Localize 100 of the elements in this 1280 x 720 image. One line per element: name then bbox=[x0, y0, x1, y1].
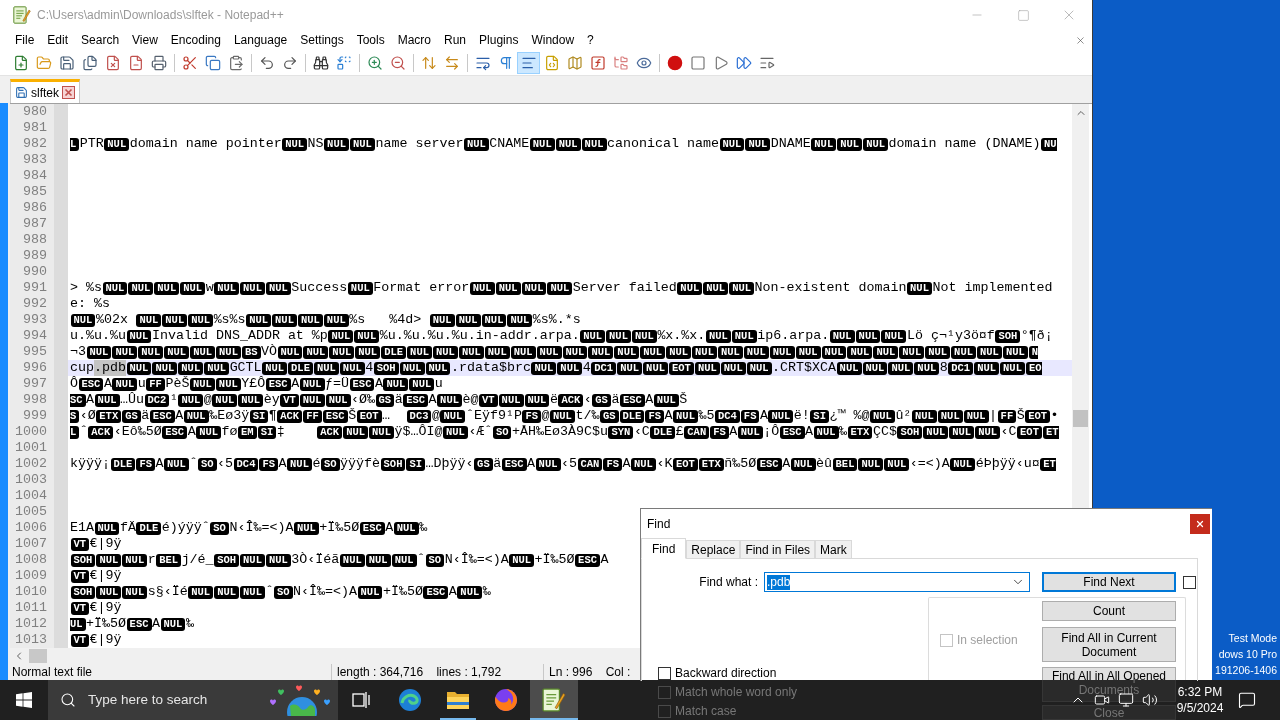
menu-item[interactable]: Settings bbox=[294, 30, 350, 50]
control-char-badge: NUL bbox=[653, 393, 679, 407]
code-text: ‰ bbox=[419, 520, 428, 536]
control-char-badge: NUL bbox=[813, 425, 839, 439]
code-text: Success bbox=[291, 280, 348, 296]
menu-item[interactable]: Search bbox=[75, 30, 126, 50]
code-text: A bbox=[103, 376, 112, 392]
code-text: A bbox=[278, 456, 287, 472]
find-next-button[interactable]: Find Next bbox=[1042, 572, 1176, 592]
search-field[interactable]: Type here to search bbox=[88, 689, 253, 711]
search-icon[interactable] bbox=[60, 692, 76, 708]
checkbox[interactable] bbox=[1183, 575, 1196, 589]
count-button[interactable]: Count bbox=[1042, 601, 1176, 621]
control-char-badge: NUL bbox=[950, 457, 976, 471]
menu-item[interactable]: Macro bbox=[391, 30, 437, 50]
code-text: +Ï‰5Ø bbox=[319, 520, 360, 536]
code-text: cup bbox=[70, 360, 94, 376]
search-bar[interactable]: Type here to search bbox=[48, 680, 338, 720]
code-text: | bbox=[989, 408, 998, 424]
task-view-icon[interactable] bbox=[352, 691, 372, 709]
taskbar-app-button[interactable] bbox=[530, 680, 578, 720]
notepad-icon[interactable] bbox=[542, 688, 566, 712]
find-what-field[interactable]: .pdb bbox=[764, 572, 1030, 592]
dialog-tab[interactable]: Mark bbox=[815, 540, 852, 558]
code-text: ip6.arpa. bbox=[757, 328, 830, 344]
control-char-badge: FF bbox=[997, 409, 1017, 423]
menu-item[interactable]: Edit bbox=[41, 30, 75, 50]
menu-item[interactable]: View bbox=[126, 30, 164, 50]
find-all-opened-button[interactable]: Find All in All Opened Documents bbox=[1042, 667, 1176, 702]
control-char-badge: NUL bbox=[365, 553, 391, 567]
close-button[interactable] bbox=[1190, 513, 1210, 534]
speech-bubble-icon[interactable] bbox=[1238, 691, 1256, 709]
code-text: ˆEÿf9¹P bbox=[465, 408, 522, 424]
code-text: domain name (DNAME) bbox=[888, 136, 1041, 152]
menu-item[interactable]: File bbox=[9, 30, 41, 50]
clock-time[interactable]: 6:32 PM bbox=[1177, 684, 1223, 700]
field-label: Find what : bbox=[699, 574, 758, 591]
code-text: °¶ð¡ bbox=[1020, 328, 1053, 344]
close-icon[interactable] bbox=[62, 86, 75, 99]
control-char-badge: GS bbox=[122, 409, 141, 423]
control-char-badge: NUL bbox=[790, 457, 816, 471]
control-char-badge: NUL bbox=[324, 137, 349, 151]
dialog-tab[interactable]: Find bbox=[641, 538, 687, 559]
line-number: 991 bbox=[23, 280, 47, 296]
windows-logo-icon[interactable] bbox=[16, 692, 32, 708]
checkbox-label[interactable]: Match case bbox=[675, 702, 737, 720]
dialog-tab[interactable]: Find in Files bbox=[740, 540, 816, 558]
menu-item[interactable]: Tools bbox=[350, 30, 391, 50]
control-char-badge: NUL bbox=[469, 281, 495, 295]
code-text: ä bbox=[141, 408, 150, 424]
menu-item[interactable]: Window bbox=[525, 30, 581, 50]
find-all-current-button[interactable]: Find All in Current Document bbox=[1042, 627, 1176, 662]
folder-icon[interactable] bbox=[446, 690, 470, 710]
code-text: ¿™ %@ bbox=[829, 408, 870, 424]
clock-date[interactable]: 9/5/2024 bbox=[1176, 700, 1224, 716]
scrollbar-thumb[interactable] bbox=[29, 649, 47, 663]
control-char-badge: BS bbox=[241, 345, 261, 359]
menu-item[interactable]: Encoding bbox=[164, 30, 227, 50]
scrollbar-thumb[interactable] bbox=[1073, 410, 1088, 427]
code-text: Y£Ô bbox=[241, 376, 266, 392]
control-char-badge: FS bbox=[740, 409, 760, 423]
swirl-icon[interactable] bbox=[398, 688, 422, 712]
menu-item[interactable]: Language bbox=[227, 30, 294, 50]
control-char-badge: VT bbox=[70, 601, 90, 615]
control-char-badge: ESC bbox=[501, 457, 527, 471]
line-number: 1013 bbox=[15, 632, 47, 648]
control-char-badge: NUL bbox=[282, 137, 308, 151]
checkbox[interactable] bbox=[658, 704, 671, 718]
control-char-badge: NUL bbox=[297, 313, 323, 327]
menu-item[interactable]: Run bbox=[438, 30, 473, 50]
close-icon[interactable] bbox=[1195, 518, 1205, 529]
code-text: é bbox=[312, 456, 321, 472]
menu-item[interactable]: ? bbox=[581, 30, 600, 50]
code-text: N‹Î‰=<)A bbox=[229, 520, 294, 536]
control-char-badge: NUL bbox=[547, 281, 573, 295]
code-text: ˆ bbox=[79, 424, 88, 440]
control-char-badge: DC3 bbox=[406, 409, 432, 423]
status-text: length : 364,716 lines : 1,792 bbox=[337, 664, 502, 680]
document-tab[interactable]: slftek bbox=[10, 79, 80, 103]
menu-item[interactable]: Plugins bbox=[473, 30, 525, 50]
line-number: 980 bbox=[23, 104, 47, 120]
line-number: 1007 bbox=[15, 536, 47, 552]
checkbox-label[interactable]: Match whole word only bbox=[675, 683, 798, 701]
control-char-badge: SOH bbox=[373, 361, 399, 375]
checkbox[interactable] bbox=[658, 685, 671, 699]
close-icon[interactable] bbox=[1075, 34, 1086, 46]
control-char-badge: SO bbox=[425, 553, 445, 567]
checkbox-label[interactable]: Backward direction bbox=[675, 664, 777, 682]
flame-globe-icon[interactable] bbox=[494, 688, 518, 712]
code-text: +Ï‰5Ø bbox=[534, 552, 575, 568]
code-text: @ bbox=[203, 392, 212, 408]
control-char-badge: NUL bbox=[383, 377, 409, 391]
dialog-tab[interactable]: Replace bbox=[686, 540, 741, 558]
control-char-badge: UL bbox=[70, 617, 86, 631]
control-char-badge: EOT bbox=[669, 361, 694, 375]
control-char-badge: VT bbox=[280, 393, 299, 407]
control-char-badge: NUL bbox=[606, 329, 631, 343]
control-char-badge: SI bbox=[810, 409, 829, 423]
control-char-badge: NUL bbox=[138, 345, 164, 359]
checkbox[interactable] bbox=[658, 666, 671, 680]
